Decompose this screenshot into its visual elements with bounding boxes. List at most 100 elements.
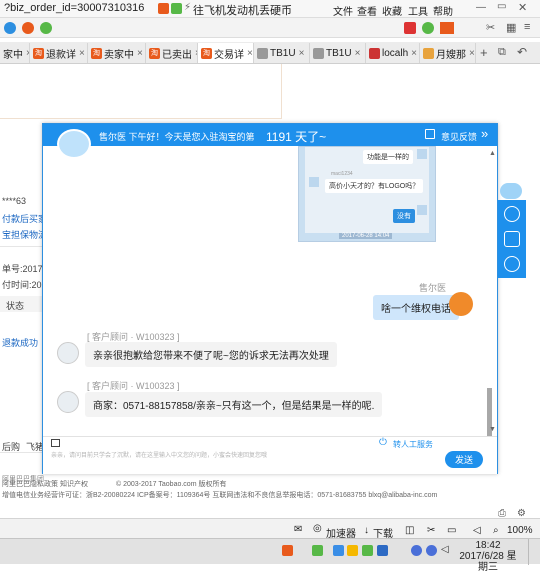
headset-icon[interactable]: ⏻: [379, 437, 387, 448]
human-service-link[interactable]: 转人工服务: [393, 439, 433, 450]
image-icon: [257, 47, 268, 59]
tray-icon[interactable]: [377, 545, 388, 556]
image-upload-icon[interactable]: [51, 439, 60, 447]
tab[interactable]: 淘卖家中 ×: [88, 43, 146, 63]
taobao-icon: 淘: [91, 47, 102, 59]
chat-icon[interactable]: [504, 231, 520, 247]
close-icon[interactable]: ×: [299, 48, 305, 59]
taobao-icon: 淘: [149, 47, 160, 59]
extension-icon[interactable]: [4, 22, 16, 34]
new-tab-icon[interactable]: +: [480, 45, 488, 60]
extension-icon[interactable]: [40, 22, 52, 34]
system-clock[interactable]: 18:42 2017/6/28 星期三: [458, 540, 518, 573]
expand-icon[interactable]: »: [481, 126, 488, 141]
message-input[interactable]: 亲亲，请问目前只学会了沉默，请在这里输入中文您的问题，小蜜会快速回复您哦: [51, 450, 341, 459]
toolbar-icon[interactable]: [440, 22, 454, 34]
show-desktop-button[interactable]: [528, 539, 540, 565]
menu-favorites[interactable]: 收藏: [382, 3, 402, 18]
scroll-down-icon[interactable]: ▼: [489, 426, 496, 433]
tab[interactable]: TB1U ×: [310, 43, 366, 63]
toolbar-icon[interactable]: [404, 22, 416, 34]
chat-bubble-icon[interactable]: ✉: [294, 524, 302, 535]
send-button[interactable]: 发送: [445, 451, 483, 468]
volume-icon[interactable]: ◁: [441, 544, 449, 555]
tab[interactable]: localh ×: [366, 43, 420, 63]
menu-help[interactable]: 帮助: [433, 3, 453, 18]
qq-icon[interactable]: [426, 545, 437, 556]
zoom-icon[interactable]: ⌕: [493, 525, 499, 536]
chat-image[interactable]: 功能是一样的 maci1234 高价小天才的？有LOGO吗？ 没有 2017-0…: [298, 146, 436, 242]
address-bar: ?biz_order_id=30007310316 ⚡ 往飞机发动机丢硬币 文件…: [0, 0, 540, 18]
qq-icon[interactable]: [411, 545, 422, 556]
mascot-icon[interactable]: [500, 183, 522, 199]
zoom-level[interactable]: 100%: [507, 525, 533, 536]
toolbar-icon[interactable]: [422, 22, 434, 34]
close-icon[interactable]: ×: [79, 48, 85, 59]
clock-icon[interactable]: [504, 256, 520, 272]
close-icon[interactable]: ×: [247, 48, 253, 59]
monitor-icon[interactable]: ▭: [447, 525, 456, 536]
chat-window: 售尔医 下午好！今天是您入驻淘宝的第 1191 天了~ 意见反馈 » 功能是一样…: [42, 123, 498, 474]
seller-name: 售尔医: [419, 283, 447, 293]
image-avatar: [417, 149, 427, 159]
composer: ⏻ 转人工服务 亲亲，请问目前只学会了沉默，请在这里输入中文您的问题，小蜜会快速…: [43, 436, 497, 474]
download-icon[interactable]: ↓: [364, 525, 369, 536]
security-icon[interactable]: [158, 3, 169, 14]
greeting-text: 售尔医 下午好！今天是您入驻淘宝的第: [99, 132, 255, 142]
assistant-avatar: [57, 129, 91, 159]
refund-status-link[interactable]: 退款成功: [2, 336, 38, 349]
tab-list-icon[interactable]: ⧉: [498, 46, 506, 59]
shield-icon[interactable]: [171, 3, 182, 14]
extension-icon[interactable]: [22, 22, 34, 34]
grid-icon[interactable]: ▦: [506, 21, 516, 34]
agent-message: 亲亲很抱歉给您带来不便了呢~您的诉求无法再次处理: [85, 342, 337, 367]
page-icon[interactable]: ◫: [405, 525, 414, 536]
accelerator-icon[interactable]: ◎: [313, 523, 322, 534]
close-icon[interactable]: ×: [411, 48, 417, 59]
image-avatar: [309, 177, 319, 187]
site-icon: [423, 47, 434, 59]
tray-icon[interactable]: [282, 545, 293, 556]
tray-icon[interactable]: [347, 545, 358, 556]
volume-icon[interactable]: ◁: [473, 525, 481, 536]
menu-view[interactable]: 查看: [357, 3, 377, 18]
close-icon[interactable]: ×: [469, 48, 475, 59]
menu-file[interactable]: 文件: [333, 3, 353, 18]
tab-active[interactable]: 淘交易详 ×: [198, 43, 254, 63]
url-input[interactable]: ?biz_order_id=30007310316: [4, 2, 154, 16]
tray-icon[interactable]: [312, 545, 323, 556]
image-timestamp: 2017-06-28 14:04: [339, 233, 393, 239]
menu-icon[interactable]: ≡: [524, 21, 530, 33]
tab[interactable]: 淘退款详 ×: [30, 43, 88, 63]
masked-text: ****63: [2, 196, 27, 206]
lightning-icon[interactable]: ⚡: [184, 2, 191, 13]
bell-icon[interactable]: [504, 206, 520, 222]
menu-tools[interactable]: 工具: [408, 3, 428, 18]
minimize-icon[interactable]: —: [476, 2, 486, 13]
close-icon[interactable]: ×: [355, 48, 361, 59]
footer-links[interactable]: 阿里巴巴隐私政策 知识产权: [2, 479, 88, 489]
tab[interactable]: TB1U ×: [254, 43, 310, 63]
tray-icon[interactable]: [362, 545, 373, 556]
link[interactable]: 付款后买家: [2, 212, 47, 225]
copyright: © 2003-2017 Taobao.com 版权所有: [116, 481, 227, 488]
tab[interactable]: 月嫂那 ×: [420, 43, 476, 63]
scissors-icon[interactable]: ✂: [427, 525, 435, 536]
tab[interactable]: 家中×: [0, 43, 30, 63]
maximize-icon[interactable]: ▭: [497, 1, 506, 12]
divider: [0, 452, 42, 453]
search-input[interactable]: 往飞机发动机丢硬币: [193, 2, 323, 18]
close-icon[interactable]: ✕: [518, 1, 527, 14]
image-bubble: 高价小天才的？有LOGO吗？: [325, 179, 424, 193]
tab[interactable]: 淘已卖出×: [146, 43, 198, 63]
feedback-link[interactable]: 意见反馈: [441, 130, 477, 143]
status-label: 状态: [6, 301, 25, 311]
scroll-up-icon[interactable]: ▲: [489, 150, 496, 157]
agent-message: 商家：0571-88157858/亲亲~只有这一个，但是结果是一样的呢.: [85, 392, 383, 417]
cut-icon[interactable]: ✂: [486, 21, 495, 34]
undo-icon[interactable]: ↶: [517, 45, 527, 59]
close-icon[interactable]: ×: [137, 48, 143, 59]
tray-icon[interactable]: [333, 545, 344, 556]
feedback-icon[interactable]: [425, 129, 435, 139]
agent-meta: [ 客户顾问 · W100323 ]: [87, 381, 180, 391]
